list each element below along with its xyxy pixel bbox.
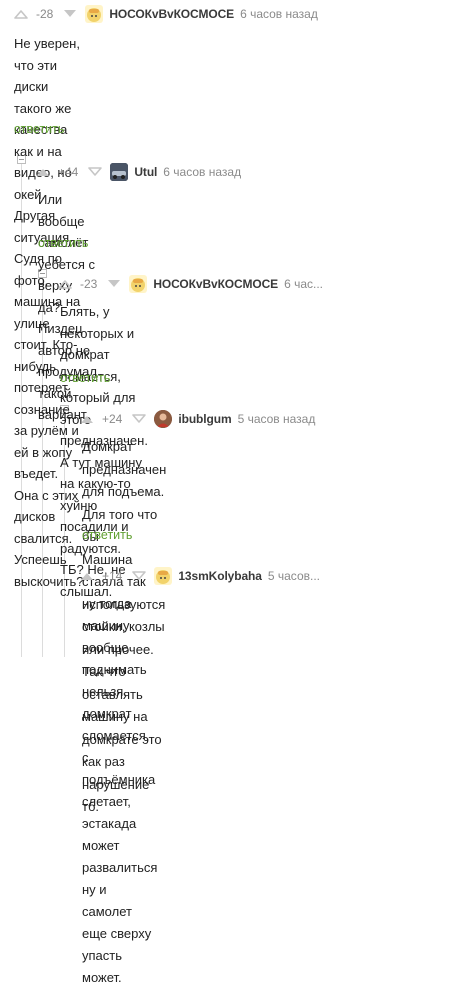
author-name[interactable]: НОСОКvВvКОСМОСЕ — [109, 7, 234, 21]
car-photo-avatar[interactable] — [110, 163, 129, 181]
reply-link[interactable]: ответить — [82, 528, 132, 542]
comment-time[interactable]: 5 часов назад — [238, 412, 316, 426]
sock-cartoon-avatar[interactable] — [154, 567, 173, 585]
comment-text: ну тогда машину вообще поднимать нельзя.… — [82, 596, 158, 985]
comment-time[interactable]: 6 часов назад — [240, 7, 318, 21]
downvote-icon[interactable] — [107, 277, 121, 291]
sock-cartoon-avatar[interactable] — [85, 5, 104, 23]
upvote-icon[interactable] — [14, 7, 28, 21]
comment-header: +14 13smKolybaha 5 часов... — [80, 566, 320, 586]
comment-rating: +24 — [102, 412, 123, 426]
upvote-icon[interactable] — [80, 412, 94, 426]
comment-rating: +14 — [102, 569, 123, 583]
comment-header: -28 НОСОКvВvКОСМОСЕ 6 часов назад — [14, 4, 318, 24]
comment-header: -23 НОСОКvВvКОСМОСЕ 6 час... — [58, 274, 323, 294]
author-name[interactable]: 13smKolybaha — [178, 569, 262, 583]
reply-link[interactable]: ответить — [60, 371, 110, 385]
upvote-icon[interactable] — [80, 569, 94, 583]
author-name[interactable]: ibublgum — [178, 412, 231, 426]
comment-time[interactable]: 6 час... — [284, 277, 323, 291]
upvote-icon[interactable] — [36, 165, 50, 179]
comment-header: +24 ibublgum 5 часов назад — [80, 409, 315, 429]
downvote-icon[interactable] — [132, 569, 147, 583]
downvote-icon[interactable] — [63, 7, 77, 21]
author-name[interactable]: НОСОКvВvКОСМОСЕ — [153, 277, 278, 291]
comment-rating: -23 — [80, 277, 98, 291]
upvote-icon[interactable] — [58, 277, 72, 291]
comment-time[interactable]: 5 часов... — [268, 569, 320, 583]
comment-time[interactable]: 6 часов назад — [163, 165, 241, 179]
comment-rating: +44 — [58, 165, 79, 179]
person-avatar[interactable] — [154, 410, 173, 428]
sock-cartoon-avatar[interactable] — [129, 275, 148, 293]
reply-link[interactable]: ответить — [38, 236, 88, 250]
author-name[interactable]: Utul — [134, 165, 157, 179]
downvote-icon[interactable] — [132, 412, 147, 426]
reply-link[interactable]: ответить — [14, 122, 64, 136]
comment-rating: -28 — [36, 7, 54, 21]
downvote-icon[interactable] — [88, 165, 103, 179]
comment-header: +44 Utul 6 часов назад — [36, 162, 241, 182]
